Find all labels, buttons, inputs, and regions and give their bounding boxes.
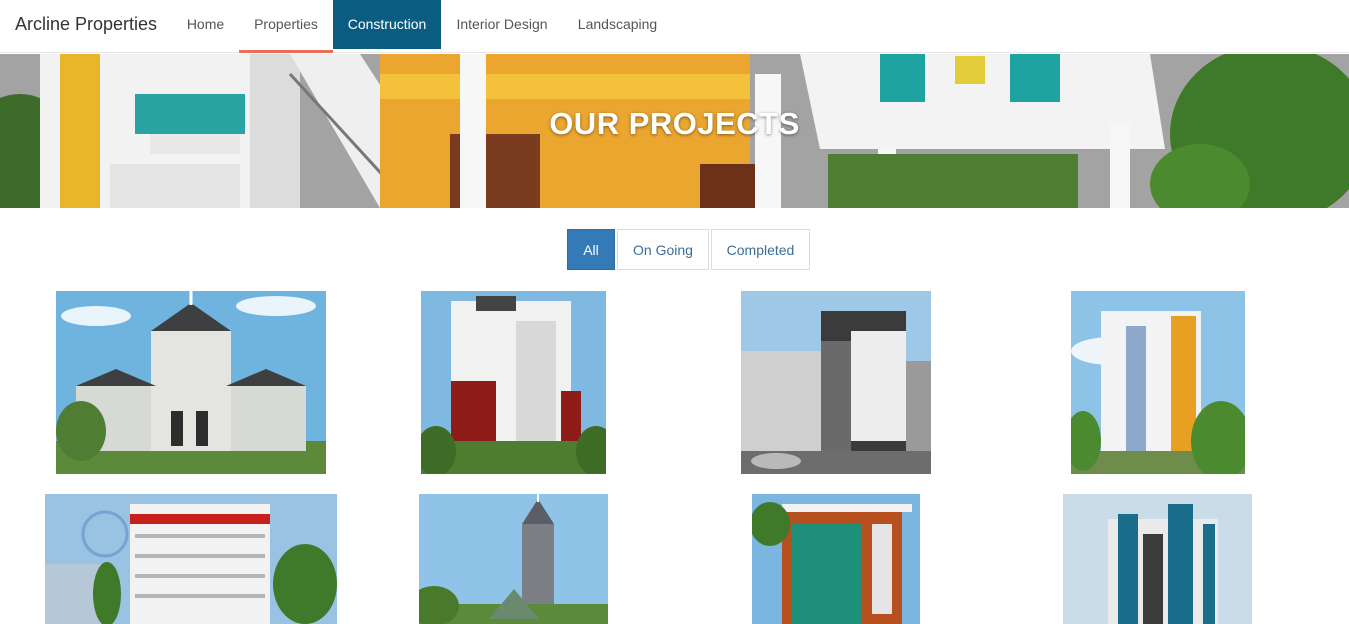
filter-ongoing-button[interactable]: On Going (617, 229, 709, 270)
top-navbar: Arcline Properties Home Properties Const… (0, 0, 1349, 53)
brand-logo[interactable]: Arcline Properties (15, 0, 157, 50)
project-image-red-tower[interactable] (421, 291, 606, 474)
nav-properties[interactable]: Properties (239, 0, 333, 53)
page-title: OUR PROJECTS (549, 106, 800, 141)
project-image-church-tower[interactable] (419, 494, 608, 624)
project-image-church[interactable] (56, 291, 326, 474)
nav-landscaping[interactable]: Landscaping (563, 0, 672, 50)
nav-home[interactable]: Home (172, 0, 239, 50)
nav-construction[interactable]: Construction (333, 0, 441, 49)
hero-banner: OUR PROJECTS (0, 54, 1349, 208)
nav-interior-design[interactable]: Interior Design (441, 0, 563, 50)
project-image-office-building[interactable] (45, 494, 337, 624)
project-image-blue-tower[interactable] (1063, 494, 1252, 624)
filter-all-button[interactable]: All (567, 229, 615, 270)
project-image-glass-facade[interactable] (752, 494, 920, 624)
project-image-apartment-tower[interactable] (1071, 291, 1245, 474)
project-image-commercial-building[interactable] (741, 291, 931, 474)
filter-completed-button[interactable]: Completed (711, 229, 810, 270)
